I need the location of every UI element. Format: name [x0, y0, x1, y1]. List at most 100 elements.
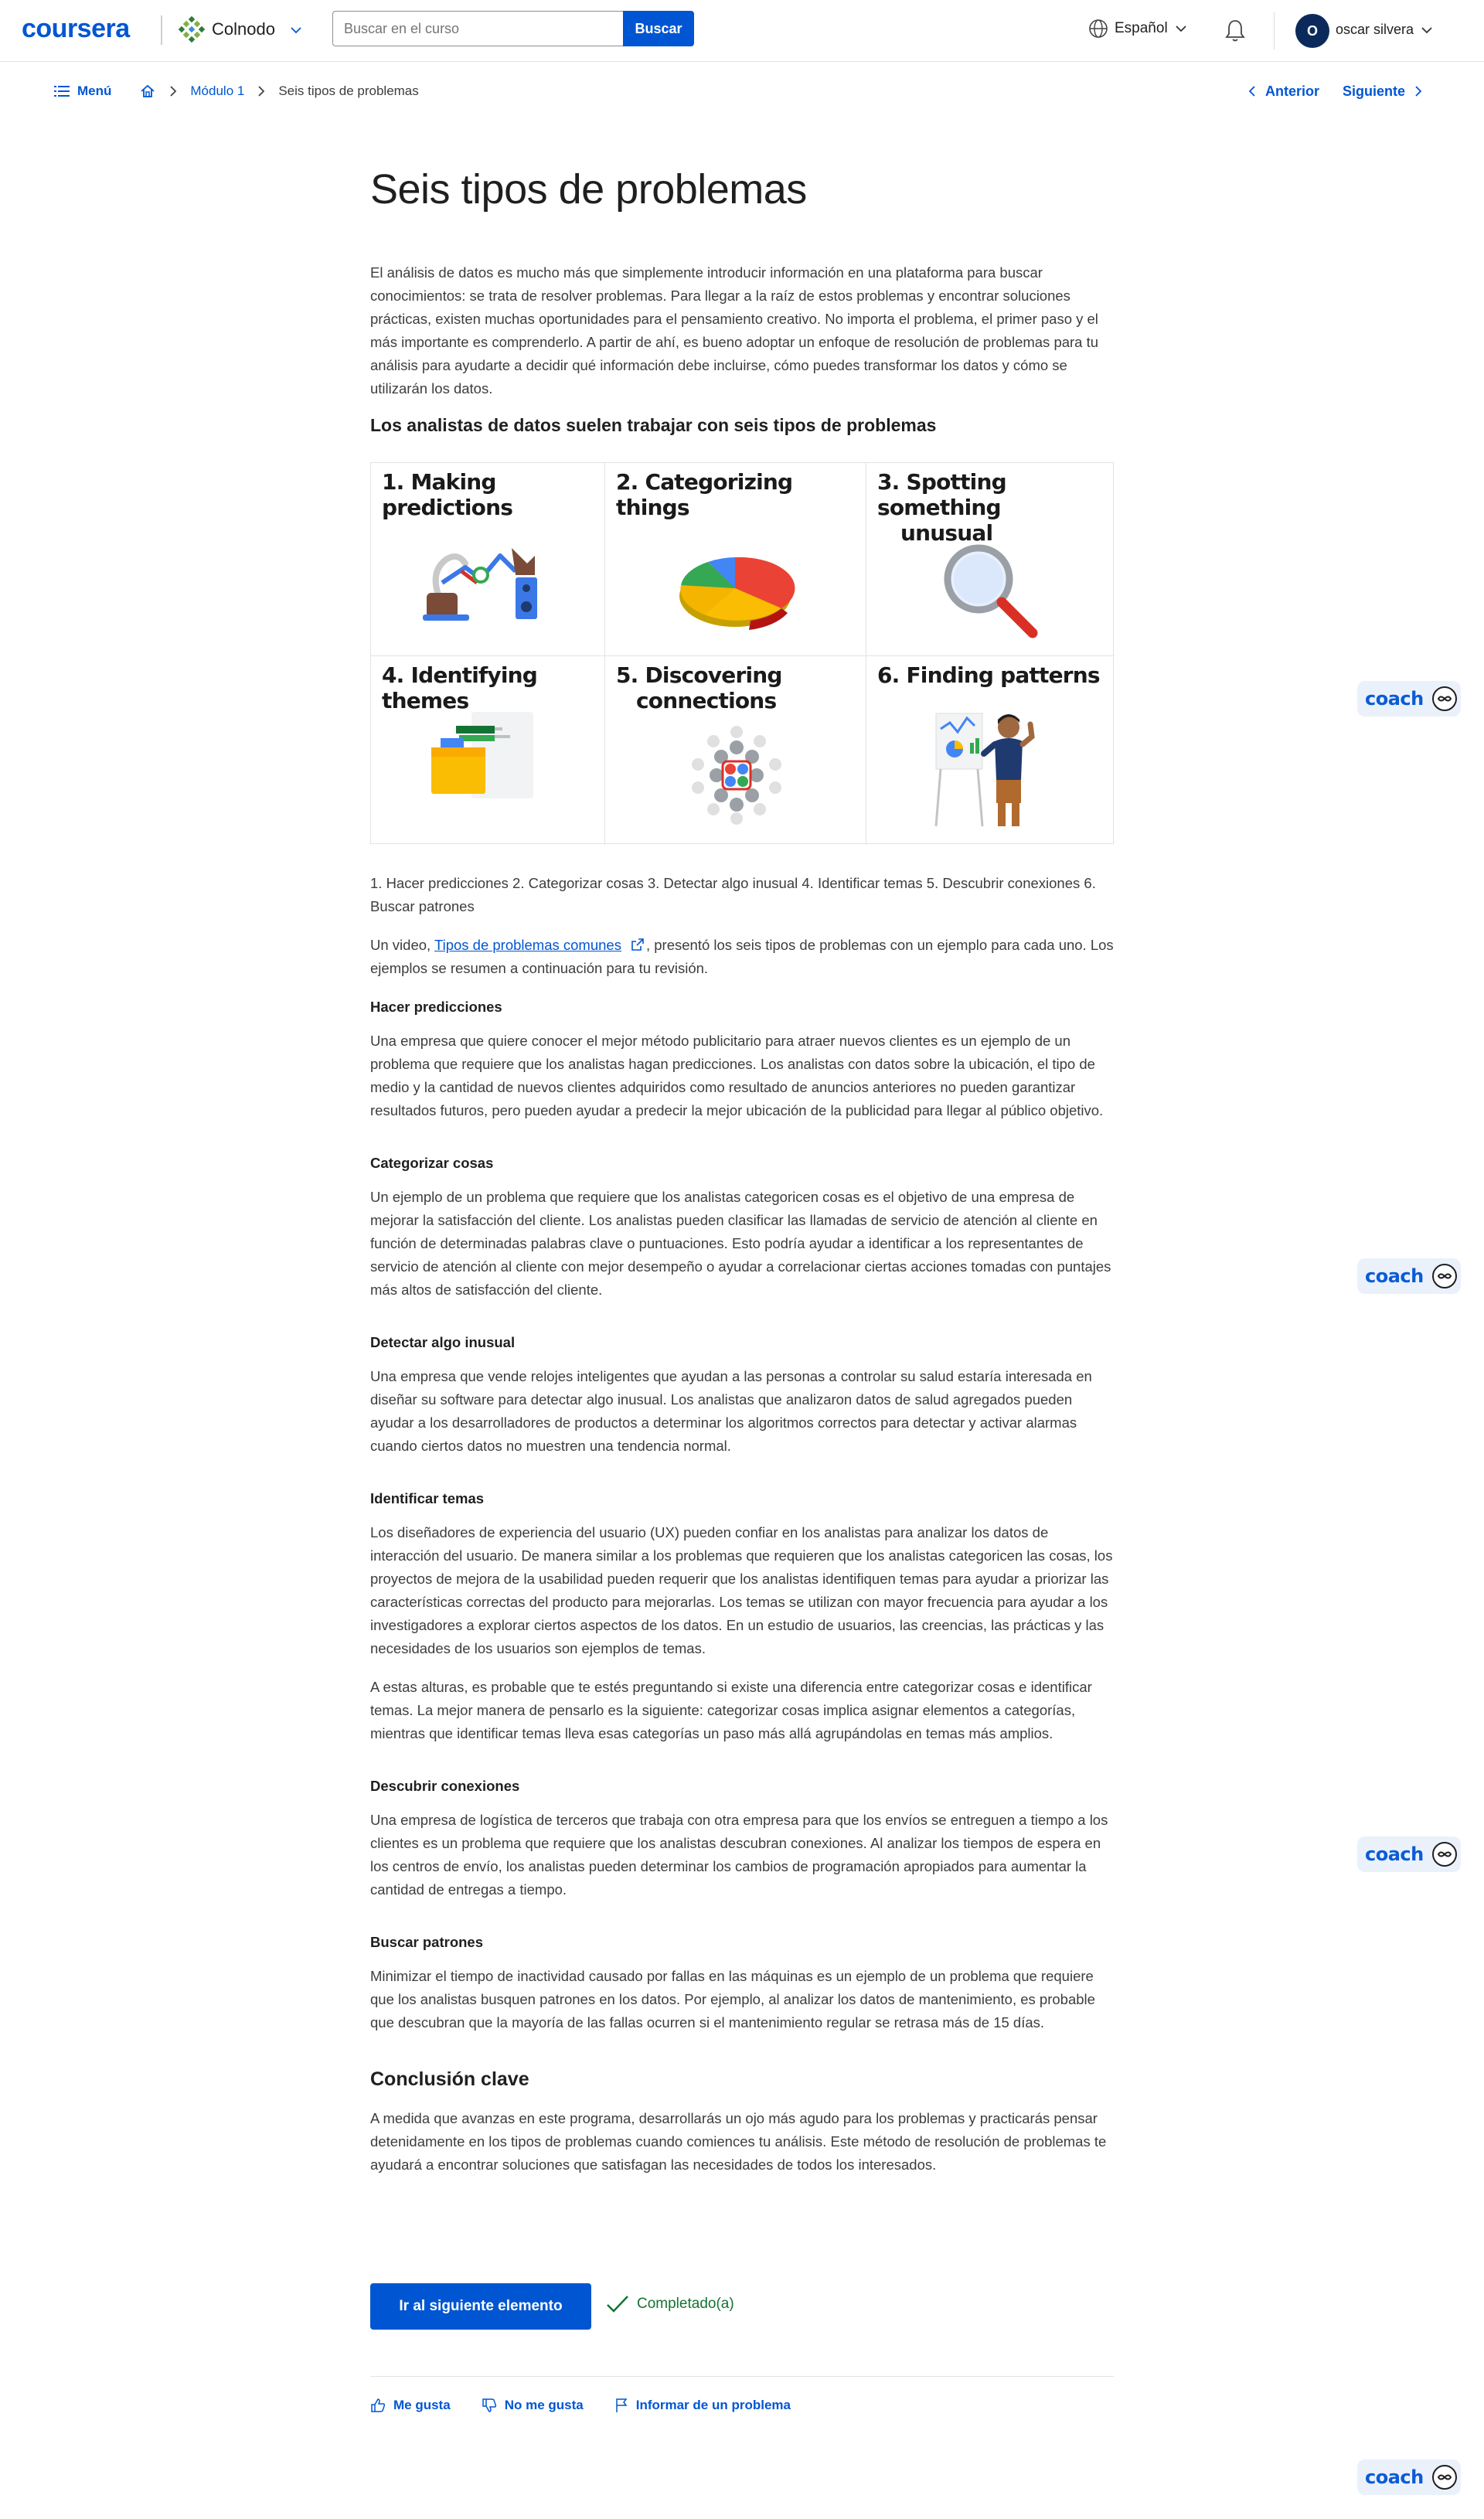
thumbs-up-icon [371, 2398, 386, 2412]
coach-button[interactable]: coach [1357, 681, 1461, 717]
breadcrumb-current: Seis tipos de problemas [278, 83, 419, 98]
chevron-down-icon [1421, 26, 1432, 33]
section-heading: Buscar patrones [370, 1934, 483, 1950]
thumbs-down-icon [482, 2398, 496, 2412]
coach-button[interactable]: coach [1357, 1258, 1461, 1294]
chevron-right-icon [1415, 86, 1422, 97]
section-paragraph: Una empresa que vende relojes inteligent… [370, 1368, 1092, 1454]
pie-chart-illustration-icon [679, 557, 795, 630]
video-reference: Un video, Tipos de problemas comunes, pr… [370, 937, 1114, 976]
menu-label: Menú [77, 83, 112, 98]
menu-toggle[interactable]: Menú [54, 83, 111, 99]
notifications-bell-icon[interactable] [1221, 17, 1249, 45]
section-heading: Descubrir conexiones [370, 1778, 520, 1794]
grid-cell-title: 6. Finding patterns [877, 662, 1101, 688]
article-header: Seis tipos de problemas El análisis de d… [370, 162, 1114, 437]
completed-status: Completado(a) [606, 2294, 734, 2314]
report-problem-button[interactable]: Informar de un problema [614, 2398, 791, 2413]
colnodo-mark-icon [178, 15, 206, 43]
image-caption: 1. Hacer predicciones 2. Categorizar cos… [370, 875, 1096, 914]
section-heading: Identificar temas [370, 1490, 485, 1506]
coach-label: coach [1365, 688, 1424, 710]
previous-button[interactable]: Anterior [1247, 83, 1319, 100]
magnifying-glass-icon [944, 544, 1038, 638]
coach-button[interactable]: coach [1357, 2459, 1461, 2495]
dislike-button[interactable]: No me gusta [482, 2398, 584, 2413]
conclusion-paragraph: A medida que avanzas en este programa, d… [370, 2110, 1107, 2173]
like-button[interactable]: Me gusta [370, 2398, 451, 2413]
partner-name: Colnodo [212, 19, 275, 39]
grid-cell-patterns: 6. Finding patterns [866, 656, 1115, 845]
grid-cell-connections: 5. Discovering connections [605, 656, 866, 845]
avatar[interactable]: O [1295, 14, 1329, 48]
grid-cell-predictions: 1. Making predictions [371, 463, 605, 656]
menu-list-icon [54, 86, 70, 97]
section-paragraph: Una empresa que quiere conocer el mejor … [370, 1033, 1104, 1118]
predictions-illustration-icon [423, 548, 537, 621]
coach-label: coach [1365, 1265, 1424, 1287]
user-menu[interactable]: oscar silvera [1336, 22, 1434, 38]
coursera-logo[interactable]: coursera [22, 14, 130, 44]
next-label: Siguiente [1342, 83, 1405, 99]
logo-divider [161, 15, 162, 45]
section-heading: Los analistas de datos suelen trabajar c… [370, 415, 937, 435]
completed-label: Completado(a) [637, 2296, 734, 2312]
breadcrumb: Menú Módulo 1 Seis tipos de problemas [54, 80, 419, 102]
coach-infinity-icon [1431, 1842, 1457, 1867]
grid-cell-title: 5. Discovering connections [616, 662, 782, 713]
go-to-next-item-button[interactable]: Ir al siguiente elemento [370, 2283, 591, 2330]
header-divider [1274, 12, 1275, 49]
article-body: 1. Hacer predicciones 2. Categorizar cos… [370, 872, 1114, 2177]
coach-label: coach [1365, 1843, 1424, 1865]
grid-cell-unusual: 3. Spotting something unusual [866, 463, 1115, 656]
section-paragraph: Minimizar el tiempo de inactividad causa… [370, 1968, 1095, 2031]
search-button[interactable]: Buscar [623, 11, 694, 46]
coach-infinity-icon [1431, 2465, 1457, 2490]
report-label: Informar de un problema [635, 2398, 791, 2412]
section-heading: Detectar algo inusual [370, 1334, 516, 1350]
section-paragraph: Los diseñadores de experiencia del usuar… [370, 1524, 1113, 1656]
user-name: oscar silvera [1336, 22, 1414, 37]
search-input[interactable] [332, 11, 623, 46]
checkmark-icon [607, 2296, 628, 2313]
top-navigation-bar: coursera Colnodo Buscar Español O oscar … [0, 0, 1484, 62]
chevron-down-icon [1176, 26, 1186, 32]
page-title: Seis tipos de problemas [370, 166, 807, 213]
presenter-illustration-icon [934, 713, 1035, 827]
footer-divider [370, 2376, 1114, 2377]
grid-cell-title: 1. Making predictions [382, 469, 513, 520]
item-pager: Anterior Siguiente [1247, 80, 1424, 102]
home-icon[interactable] [139, 83, 156, 100]
section-paragraph: Un ejemplo de un problema que requiere q… [370, 1189, 1111, 1298]
dislike-label: No me gusta [504, 2398, 584, 2412]
section-heading: Categorizar cosas [370, 1155, 494, 1171]
breadcrumb-module[interactable]: Módulo 1 [190, 83, 244, 99]
external-link-icon[interactable] [631, 938, 645, 951]
intro-paragraph: El análisis de datos es mucho más que si… [370, 264, 1099, 397]
grid-cell-title: 2. Categorizing things [616, 469, 793, 520]
folders-illustration-icon [431, 712, 533, 798]
previous-label: Anterior [1264, 83, 1319, 99]
flag-icon [615, 2398, 628, 2412]
chevron-right-icon [258, 86, 265, 97]
coach-infinity-icon [1431, 1264, 1457, 1288]
globe-icon [1089, 19, 1108, 38]
video-link[interactable]: Tipos de problemas comunes [434, 937, 621, 953]
language-selector[interactable]: Español [1088, 19, 1188, 39]
chevron-right-icon [170, 86, 177, 97]
problem-types-grid: 1. Making predictions 2. Categorizing th… [370, 462, 1115, 845]
coach-infinity-icon [1431, 686, 1457, 711]
chevron-down-icon[interactable] [288, 22, 305, 39]
network-dots-icon [692, 726, 781, 825]
coach-label: coach [1365, 2466, 1424, 2488]
grid-cell-themes: 4. Identifying themes [371, 656, 605, 845]
section-heading: Hacer predicciones [370, 999, 502, 1015]
language-label: Español [1115, 20, 1168, 36]
coach-button[interactable]: coach [1357, 1836, 1461, 1872]
grid-cell-title: 3. Spotting something unusual [877, 469, 1007, 546]
section-paragraph: A estas alturas, es probable que te esté… [370, 1679, 1092, 1741]
partner-logo[interactable]: Colnodo [178, 14, 275, 45]
like-label: Me gusta [393, 2398, 451, 2412]
next-button[interactable]: Siguiente [1343, 83, 1424, 100]
conclusion-heading: Conclusión clave [370, 2068, 529, 2090]
